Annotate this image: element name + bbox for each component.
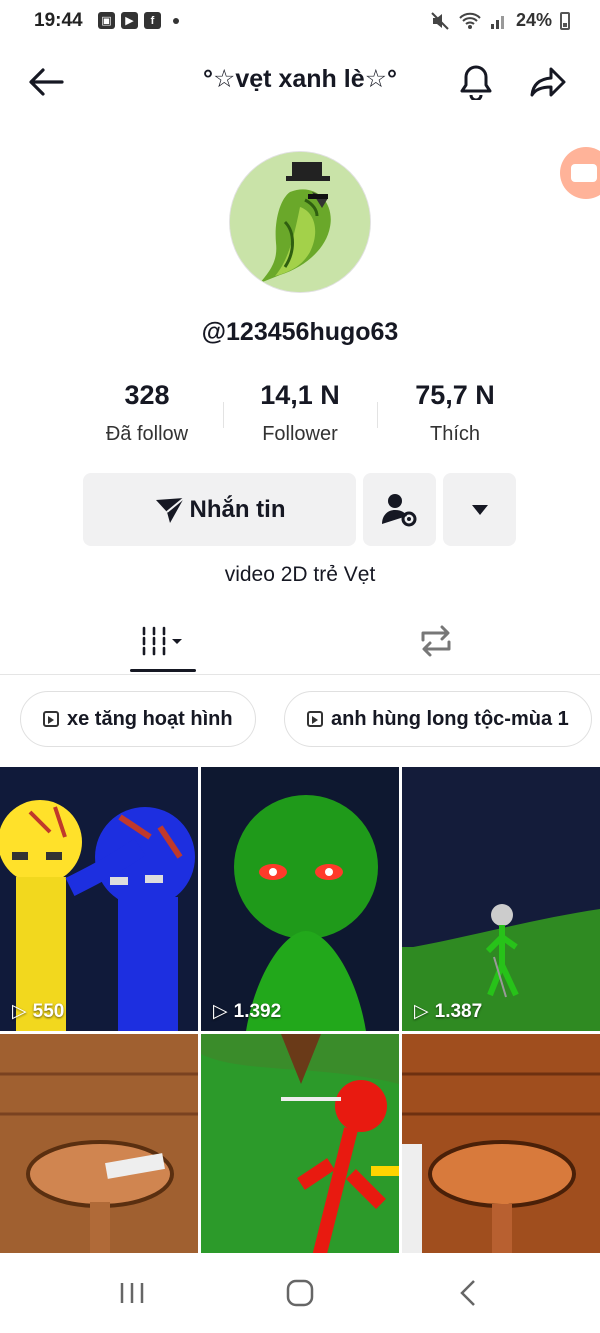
video-thumbnail[interactable]: ▷ 1.392	[201, 767, 399, 1031]
bell-icon	[460, 65, 492, 100]
back-nav-button[interactable]	[438, 1271, 498, 1315]
video-thumbnail[interactable]: ▷ 550	[0, 767, 198, 1031]
grid-filter-icon	[142, 626, 182, 656]
home-button[interactable]	[270, 1271, 330, 1315]
thumbnail-image	[0, 767, 198, 1031]
video-thumbnail[interactable]: ▷ 1.387	[402, 767, 600, 1031]
view-count: ▷ 1.387	[414, 1000, 482, 1023]
status-time: 19:44	[34, 10, 83, 31]
recent-apps-button[interactable]	[102, 1271, 162, 1315]
following-label: Đã follow	[105, 423, 189, 445]
likes-count: 75,7 N	[415, 380, 495, 410]
playlist-icon	[43, 711, 59, 727]
content-tabs	[0, 610, 600, 675]
status-bar: 19:44 ▣ ▶ f 24%	[0, 0, 600, 44]
playlist-label: anh hùng long tộc-mùa 1	[331, 707, 569, 730]
playlist-label: xe tăng hoạt hình	[67, 707, 233, 730]
following-count: 328	[124, 380, 170, 410]
arrow-left-icon	[29, 68, 64, 96]
play-icon: ▷	[213, 1001, 228, 1022]
user-settings-icon	[381, 493, 416, 526]
camera-icon	[571, 164, 597, 182]
recent-apps-icon	[120, 1283, 144, 1303]
system-icons: 24%	[430, 10, 570, 31]
view-count: ▷ 1.392	[213, 1000, 281, 1023]
profile-header: °☆vẹt xanh lè☆°	[0, 44, 600, 118]
floating-video-button[interactable]	[560, 147, 600, 199]
view-count-value: 1.392	[233, 1000, 282, 1022]
tab-videos[interactable]	[113, 610, 213, 672]
playlist-chip[interactable]: xe tăng hoạt hình	[20, 691, 256, 747]
share-button[interactable]	[524, 58, 572, 106]
play-icon: ▷	[414, 1001, 429, 1022]
notification-icons: ▣ ▶ f	[98, 12, 179, 29]
followers-count: 14,1 N	[260, 380, 340, 410]
mute-icon	[431, 11, 449, 30]
battery-icon	[560, 11, 570, 30]
username-handle: @123456hugo63	[201, 318, 399, 346]
facebook-icon: f	[144, 12, 161, 29]
system-navigation-bar	[0, 1253, 600, 1333]
playlist-chip[interactable]: anh hùng long tộc-mùa 1	[284, 691, 592, 747]
view-count-value: 1.387	[434, 1000, 483, 1022]
youtube-icon: ▶	[121, 12, 138, 29]
caret-down-icon	[471, 504, 488, 515]
stat-divider	[223, 402, 224, 428]
send-icon	[155, 496, 185, 523]
battery-percent: 24%	[515, 10, 552, 30]
followers-stat[interactable]: 14,1 N Follower	[225, 380, 375, 446]
more-notifications-icon	[173, 17, 179, 24]
parrot-avatar-image	[230, 152, 370, 292]
likes-stat[interactable]: 75,7 N Thích	[380, 380, 530, 446]
back-button[interactable]	[22, 58, 70, 106]
following-stat[interactable]: 328 Đã follow	[72, 380, 222, 446]
view-count: ▷ 550	[12, 1000, 64, 1023]
notification-bell-button[interactable]	[452, 58, 500, 106]
play-icon: ▷	[12, 1001, 27, 1022]
playlist-icon	[307, 711, 323, 727]
thumbnail-image	[402, 767, 600, 1031]
tab-reposts[interactable]	[386, 610, 486, 672]
home-icon	[286, 1279, 314, 1307]
friend-settings-button[interactable]	[363, 473, 436, 546]
stat-divider	[377, 402, 378, 428]
repost-icon	[421, 625, 451, 657]
thumbnail-image	[201, 767, 399, 1031]
avatar[interactable]	[230, 152, 370, 292]
wifi-icon	[459, 12, 481, 29]
active-tab-indicator	[130, 669, 196, 672]
gallery-icon: ▣	[98, 12, 115, 29]
signal-icon	[490, 15, 504, 29]
followers-label: Follower	[262, 423, 338, 445]
profile-bio: video 2D trẻ Vẹt	[224, 563, 376, 586]
page-title: °☆vẹt xanh lè☆°	[202, 65, 398, 93]
share-arrow-icon	[530, 67, 566, 97]
chevron-left-icon	[460, 1280, 475, 1306]
message-button-label: Nhắn tin	[189, 495, 286, 523]
more-options-dropdown[interactable]	[443, 473, 516, 546]
message-button[interactable]: Nhắn tin	[83, 473, 356, 546]
view-count-value: 550	[32, 1000, 65, 1022]
likes-label: Thích	[429, 423, 481, 445]
